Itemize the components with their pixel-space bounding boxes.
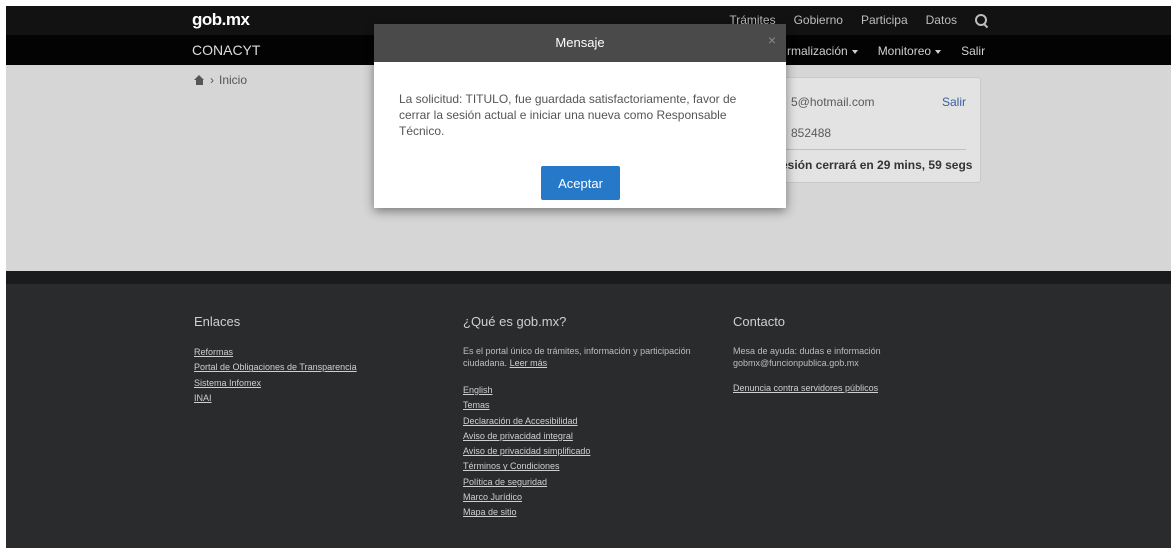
footer-link-accesibilidad[interactable]: Declaración de Accesibilidad — [463, 414, 725, 429]
modal-title: Mensaje — [555, 35, 605, 50]
footer-enlaces: Enlaces Reformas Portal de Obligaciones … — [194, 314, 357, 406]
footer-contact-email: gobmx@funcionpublica.gob.mx — [733, 358, 859, 368]
footer-contacto-links: Denuncia contra servidores públicos — [733, 381, 993, 396]
modal-header: Mensaje × — [374, 24, 786, 62]
footer-description: Es el portal único de trámites, informac… — [463, 346, 691, 368]
footer-help-text: Mesa de ayuda: dudas e información — [733, 346, 881, 356]
footer-link-marco-juridico[interactable]: Marco Jurídico — [463, 490, 725, 505]
breadcrumb: › Inicio — [194, 73, 247, 87]
footer-link-transparencia[interactable]: Portal de Obligaciones de Transparencia — [194, 360, 357, 375]
footer-link-english[interactable]: English — [463, 383, 725, 398]
app-brand[interactable]: CONACYT — [192, 42, 260, 58]
footer-link-mapa-sitio[interactable]: Mapa de sitio — [463, 505, 725, 520]
footer-link-reformas[interactable]: Reformas — [194, 345, 357, 360]
footer-link-privacidad-simplificado[interactable]: Aviso de privacidad simplificado — [463, 444, 725, 459]
caret-down-icon — [851, 49, 858, 54]
nav-participa[interactable]: Participa — [861, 13, 908, 27]
session-phone: 852488 — [791, 126, 832, 140]
footer: Enlaces Reformas Portal de Obligaciones … — [6, 284, 1171, 548]
home-icon[interactable] — [194, 75, 205, 85]
nav-monitoreo[interactable]: Monitoreo — [878, 44, 942, 58]
footer-que-es: ¿Qué es gob.mx? Es el portal único de tr… — [463, 314, 725, 521]
footer-link-infomex[interactable]: Sistema Infomex — [194, 376, 357, 391]
search-icon[interactable] — [975, 13, 988, 27]
close-icon[interactable]: × — [768, 33, 776, 47]
breadcrumb-inicio[interactable]: Inicio — [219, 73, 247, 87]
nav-datos[interactable]: Datos — [926, 13, 957, 27]
nav-salir[interactable]: Salir — [961, 44, 985, 58]
footer-link-privacidad-integral[interactable]: Aviso de privacidad integral — [463, 429, 725, 444]
caret-down-icon — [935, 49, 942, 54]
footer-leer-mas-link[interactable]: Leer más — [510, 358, 548, 368]
nav-formalizacion[interactable]: rmalización — [787, 44, 858, 58]
gob-mx-logo[interactable]: gob.mx — [192, 10, 250, 30]
footer-link-inai[interactable]: INAI — [194, 391, 357, 406]
message-modal: Mensaje × La solicitud: TITULO, fue guar… — [374, 24, 786, 208]
footer-link-temas[interactable]: Temas — [463, 398, 725, 413]
footer-separator — [6, 271, 1171, 284]
footer-que-es-links: English Temas Declaración de Accesibilid… — [463, 383, 725, 521]
app-navigation: rmalización Monitoreo Salir — [787, 44, 985, 58]
chevron-right-icon: › — [210, 73, 214, 87]
accept-button[interactable]: Aceptar — [541, 166, 620, 200]
session-timer: esión cerrará en 29 mins, 59 segs — [781, 158, 973, 172]
footer-link-seguridad[interactable]: Política de seguridad — [463, 475, 725, 490]
session-divider — [781, 149, 966, 150]
footer-link-terminos[interactable]: Términos y Condiciones — [463, 459, 725, 474]
footer-que-es-title: ¿Qué es gob.mx? — [463, 314, 567, 329]
footer-contacto-title: Contacto — [733, 314, 786, 329]
footer-enlaces-title: Enlaces — [194, 314, 241, 329]
footer-contacto: Contacto Mesa de ayuda: dudas e informac… — [733, 314, 993, 396]
nav-gobierno[interactable]: Gobierno — [794, 13, 843, 27]
modal-message: La solicitud: TITULO, fue guardada satis… — [399, 92, 737, 138]
session-email: 5@hotmail.com — [791, 95, 875, 109]
footer-link-denuncia[interactable]: Denuncia contra servidores públicos — [733, 381, 993, 396]
session-card: 5@hotmail.com Salir 852488 esión cerrará… — [766, 77, 981, 183]
session-logout-link[interactable]: Salir — [942, 95, 966, 109]
